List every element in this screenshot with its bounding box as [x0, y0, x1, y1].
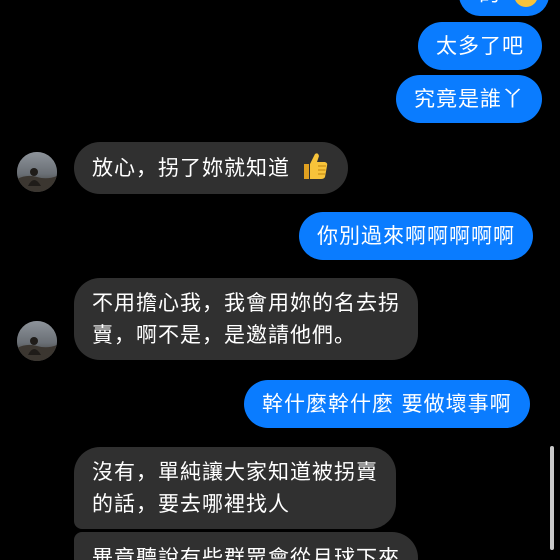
message-line: 賣，啊不是，是邀請他們。: [92, 323, 356, 347]
message-text: 太多了吧: [436, 34, 524, 58]
message-text: 的: [479, 0, 501, 6]
message-line: 不用擔心我，我會用妳的名去拐: [92, 291, 400, 315]
message-text: 究竟是誰丫: [414, 87, 524, 111]
outgoing-message[interactable]: 你別過來啊啊啊啊啊: [299, 212, 533, 260]
contact-avatar[interactable]: [17, 321, 57, 361]
outgoing-message[interactable]: 幹什麼幹什麼 要做壞事啊: [244, 380, 530, 428]
outgoing-message[interactable]: 的: [459, 0, 549, 16]
incoming-message[interactable]: 不用擔心我，我會用妳的名去拐 賣，啊不是，是邀請他們。: [74, 278, 418, 360]
message-text: 你別過來啊啊啊啊啊: [317, 224, 515, 248]
outgoing-message[interactable]: 太多了吧: [418, 22, 542, 70]
incoming-message[interactable]: 畢竟聽說有些群眾會從月球下來: [74, 532, 418, 560]
scrollbar-thumb[interactable]: [550, 446, 554, 550]
message-text: 放心，拐了妳就知道: [92, 156, 290, 180]
incoming-message[interactable]: 放心，拐了妳就知道: [74, 142, 348, 194]
conversation-view[interactable]: 的 太多了吧 究竟是誰丫 放心，拐了妳就知道: [0, 0, 560, 560]
avatar-photo-icon: [17, 152, 57, 192]
message-line: 的話，要去哪裡找人: [92, 492, 290, 516]
contact-avatar[interactable]: [17, 152, 57, 192]
incoming-message[interactable]: 沒有，單純讓大家知道被拐賣 的話，要去哪裡找人: [74, 447, 396, 529]
avatar-photo-icon: [17, 321, 57, 361]
thumbs-up-emoji-icon: [303, 153, 327, 179]
message-text: 畢竟聽說有些群眾會從月球下來: [92, 546, 400, 560]
message-line: 沒有，單純讓大家知道被拐賣: [92, 460, 378, 484]
message-text: 幹什麼幹什麼 要做壞事啊: [262, 392, 512, 416]
outgoing-message[interactable]: 究竟是誰丫: [396, 75, 542, 123]
smiley-emoji-icon: [514, 0, 537, 7]
